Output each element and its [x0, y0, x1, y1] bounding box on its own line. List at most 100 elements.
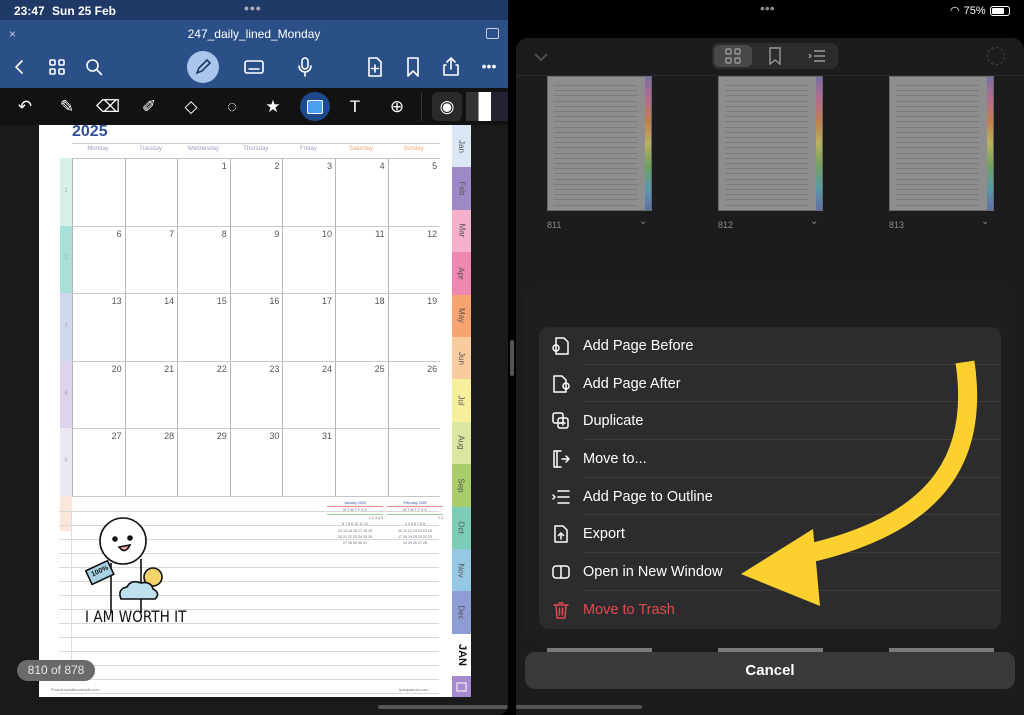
month-tab-aug[interactable]: Aug — [452, 421, 471, 465]
menu-item-duplicate[interactable]: Duplicate — [539, 402, 1001, 441]
camera-icon[interactable]: ◉ — [432, 92, 462, 121]
eraser-icon[interactable]: ⌫ — [93, 92, 123, 121]
day-cell[interactable]: 9 — [229, 225, 283, 294]
menu-item-add-page-to-outline[interactable]: Add Page to Outline — [539, 478, 1001, 516]
more-icon[interactable]: ••• — [478, 54, 500, 78]
day-cell[interactable]: 26 — [387, 360, 441, 429]
menu-item-export[interactable]: Export — [539, 516, 1001, 554]
menu-item-add-page-before[interactable]: Add Page Before — [539, 327, 1001, 365]
day-cell[interactable]: 17 — [282, 293, 335, 361]
lasso-icon[interactable]: ◌ — [217, 92, 247, 121]
day-cell[interactable]: 1 — [177, 158, 230, 226]
day-cell[interactable]: 16 — [229, 293, 283, 361]
page-thumbnail[interactable] — [547, 76, 652, 211]
day-cell[interactable]: 24 — [282, 360, 335, 429]
month-tab-jun[interactable]: Jun — [452, 337, 471, 380]
thumbnail-chevron-icon[interactable]: ⌄ — [810, 216, 818, 227]
split-view-icon[interactable] — [486, 28, 499, 39]
menu-item-open-in-new-window[interactable]: Open in New Window — [539, 553, 1001, 591]
microphone-icon[interactable] — [296, 55, 314, 79]
menu-item-add-page-after[interactable]: Add Page After — [539, 365, 1001, 403]
month-tab-may[interactable]: May — [452, 294, 471, 337]
month-tab-nov[interactable]: Nov — [452, 549, 471, 592]
day-cell[interactable]: 18 — [335, 293, 388, 361]
day-cell[interactable]: 30 — [229, 428, 283, 496]
day-cell[interactable]: 6 — [72, 225, 125, 294]
month-tab-mar[interactable]: Mar — [452, 209, 471, 253]
day-cell[interactable]: 11 — [335, 225, 388, 294]
day-cell[interactable]: 3 — [282, 158, 335, 226]
day-cell[interactable]: 25 — [335, 360, 388, 429]
day-cell[interactable]: 19 — [387, 293, 441, 361]
grid-view-icon[interactable] — [714, 45, 752, 67]
month-tab-jan[interactable]: Jan — [452, 125, 471, 168]
month-tab-feb[interactable]: Feb — [452, 167, 471, 210]
thumbnail-chevron-icon[interactable]: ⌄ — [639, 216, 647, 227]
day-cell[interactable] — [72, 158, 125, 226]
day-cell[interactable]: 22 — [177, 360, 230, 429]
text-icon[interactable]: T — [340, 92, 370, 121]
day-cell[interactable]: 4 — [335, 158, 388, 226]
pen-mode-icon[interactable] — [187, 51, 219, 83]
share-icon[interactable] — [440, 54, 462, 78]
pen-icon[interactable]: ✎ — [52, 92, 82, 121]
back-icon[interactable] — [8, 54, 30, 80]
menu-item-move-to[interactable]: Move to... — [539, 440, 1001, 478]
day-cell[interactable]: 15 — [177, 293, 230, 361]
undo-icon[interactable]: ↶ — [10, 92, 40, 121]
bookmark-icon[interactable] — [403, 55, 423, 79]
home-indicator[interactable] — [378, 705, 508, 709]
day-cell[interactable]: 2 — [229, 158, 283, 226]
highlighter-icon[interactable]: ✐ — [134, 92, 164, 121]
image-icon[interactable] — [300, 92, 330, 121]
day-cell[interactable]: 14 — [124, 293, 178, 361]
page-preview-strip[interactable] — [466, 92, 508, 121]
cancel-button[interactable]: Cancel — [525, 652, 1015, 689]
split-divider-handle[interactable] — [510, 340, 514, 376]
day-cell[interactable] — [124, 158, 178, 226]
day-cell[interactable] — [387, 428, 441, 496]
month-tab-apr[interactable]: Apr — [452, 252, 471, 295]
day-cell[interactable]: 10 — [282, 225, 335, 294]
search-icon[interactable] — [83, 56, 105, 78]
menu-item-move-to-trash[interactable]: Move to Trash — [539, 591, 1001, 629]
month-tab-jan[interactable]: JAN — [452, 633, 471, 677]
planner-page[interactable]: 2025 Monday Tuesday Wednesday Thursday Frida… — [39, 123, 471, 697]
shapes-icon[interactable]: ◇ — [176, 92, 206, 121]
close-icon[interactable]: × — [9, 20, 16, 48]
day-cell[interactable]: 8 — [177, 225, 230, 294]
day-cell[interactable]: 20 — [72, 360, 125, 429]
month-tab-jul[interactable]: Jul — [452, 379, 471, 422]
thumbnails-icon[interactable] — [46, 56, 68, 78]
add-page-icon[interactable] — [365, 55, 385, 79]
calendar-tab-icon[interactable] — [452, 676, 471, 697]
day-cell[interactable]: 21 — [124, 360, 178, 429]
select-icon[interactable] — [987, 47, 1005, 65]
day-cell[interactable]: 5 — [387, 158, 441, 226]
page-thumbnail[interactable] — [718, 76, 823, 211]
outline-view-icon[interactable] — [798, 45, 836, 67]
zoom-window-icon[interactable]: ⊕ — [382, 92, 412, 121]
sticker-icon[interactable]: ★ — [258, 92, 288, 121]
day-cell[interactable]: 23 — [229, 360, 283, 429]
thumb-line — [725, 189, 808, 190]
thumbnail-chevron-icon[interactable]: ⌄ — [981, 216, 989, 227]
day-cell[interactable]: 13 — [72, 293, 125, 361]
day-cell[interactable]: 28 — [124, 428, 178, 496]
multitask-dots-icon[interactable]: ••• — [760, 0, 775, 16]
day-cell[interactable]: 29 — [177, 428, 230, 496]
day-cell[interactable]: 27 — [72, 428, 125, 496]
month-tab-dec[interactable]: Dec — [452, 591, 471, 634]
home-indicator[interactable] — [516, 705, 642, 709]
month-tab-oct[interactable]: Oct — [452, 506, 471, 549]
day-cell[interactable] — [335, 428, 388, 496]
day-cell[interactable]: 31 — [282, 428, 335, 496]
collapse-chevron-icon[interactable] — [534, 52, 548, 62]
day-cell[interactable]: 12 — [387, 225, 441, 294]
bookmarks-view-icon[interactable] — [756, 45, 794, 67]
keyboard-icon[interactable] — [243, 58, 265, 76]
day-cell[interactable]: 7 — [124, 225, 178, 294]
multitask-dots-icon[interactable]: ••• — [244, 0, 262, 16]
month-tab-sep[interactable]: Sep — [452, 464, 471, 507]
page-thumbnail[interactable] — [889, 76, 994, 211]
